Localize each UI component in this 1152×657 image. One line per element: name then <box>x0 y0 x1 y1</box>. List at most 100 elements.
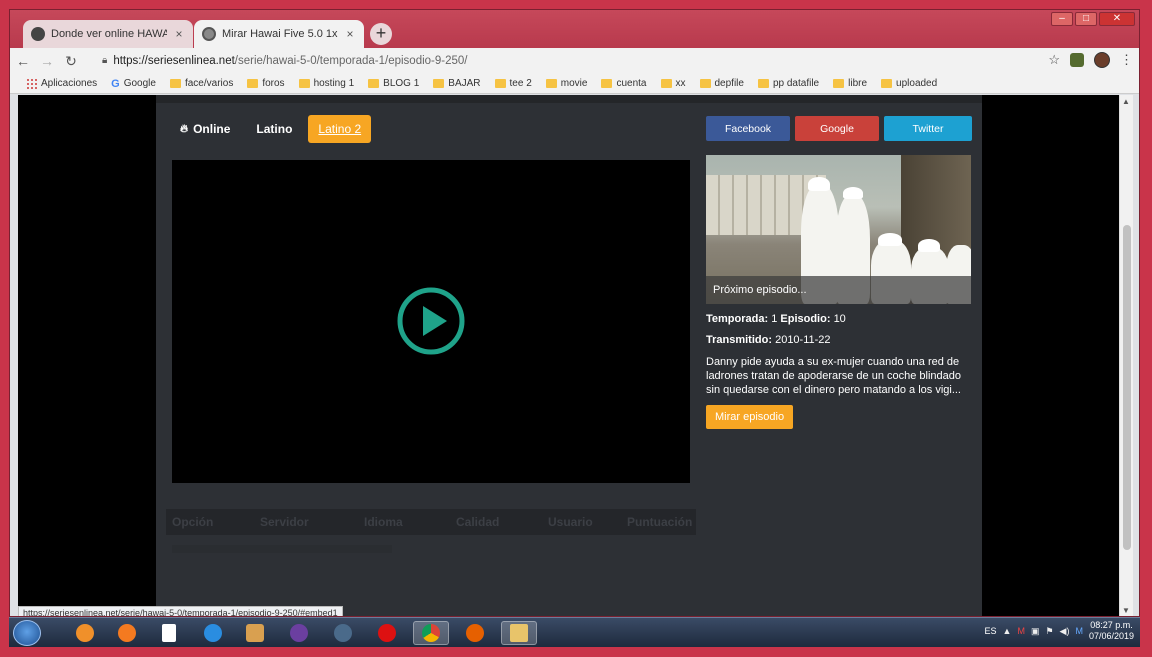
maximize-button[interactable]: □ <box>1075 12 1097 26</box>
table-row <box>172 545 392 553</box>
episode-info: Temporada: 1 Episodio: 10 Transmitido: 2… <box>706 313 971 429</box>
tab-latino[interactable]: Latino <box>246 115 302 143</box>
toolbar-right: ☆ ⋮ <box>1048 52 1133 68</box>
mail-icon[interactable]: M <box>1017 626 1025 636</box>
address-bar[interactable]: 🔒︎ https://seriesenlinea.net/serie/hawai… <box>98 50 1058 71</box>
tab-online[interactable]: 🔥︎ Online <box>170 115 240 143</box>
window-controls: – □ ✕ <box>1051 12 1135 26</box>
extension-icon[interactable] <box>1070 53 1084 67</box>
avast-icon <box>118 624 136 642</box>
play-icon[interactable] <box>396 286 466 356</box>
back-icon[interactable]: ← <box>12 53 34 69</box>
taskbar-app-7[interactable] <box>325 621 361 645</box>
google-icon: G <box>111 77 120 90</box>
forward-icon[interactable]: → <box>36 53 58 69</box>
network-icon[interactable]: ▣ <box>1031 626 1040 637</box>
apps-grid-icon <box>26 78 37 89</box>
bookmark-uploaded[interactable]: uploaded <box>881 78 937 89</box>
facebook-share-button[interactable]: Facebook <box>706 116 790 141</box>
tab-latino-2[interactable]: Latino 2 <box>308 115 372 143</box>
taskbar-chrome[interactable] <box>413 621 449 645</box>
bookmark-blog-1[interactable]: BLOG 1 <box>368 78 419 89</box>
bookmark-pp-datafile[interactable]: pp datafile <box>757 78 820 89</box>
google-share-button[interactable]: Google <box>795 116 879 141</box>
bookmark-star-icon[interactable]: ☆ <box>1048 52 1060 68</box>
folder-icon <box>510 624 528 642</box>
twitter-share-button[interactable]: Twitter <box>884 116 972 141</box>
close-tab-icon[interactable]: × <box>173 27 185 41</box>
episode-page: 🔥︎ Online Latino Latino 2 Facebook Googl… <box>156 103 982 616</box>
col-option: Opción <box>172 515 214 529</box>
bookmark-aplicaciones[interactable]: Aplicaciones <box>26 78 97 89</box>
taskbar-firefox[interactable] <box>457 621 493 645</box>
menu-icon[interactable]: ⋮ <box>1120 52 1133 68</box>
scroll-thumb[interactable] <box>1123 225 1131 550</box>
browser-tab-2[interactable]: Mirar Hawai Five 5.0 1x9 Capítulo × <box>194 20 364 48</box>
taskbar-opera[interactable] <box>369 621 405 645</box>
watch-episode-button[interactable]: Mirar episodio <box>706 405 794 429</box>
firefox-icon <box>466 624 484 642</box>
bookmark-foros[interactable]: foros <box>247 78 285 89</box>
bookmark-xx[interactable]: xx <box>660 78 686 89</box>
scroll-up-icon[interactable]: ▲ <box>1122 97 1130 106</box>
bookmark-google[interactable]: G Google <box>111 78 156 90</box>
bookmark-bajar[interactable]: BAJAR <box>433 78 481 89</box>
show-hidden-icons-icon[interactable]: ▲ <box>1003 626 1012 636</box>
chrome-icon <box>422 624 440 642</box>
episode-label: Episodio: <box>780 313 831 325</box>
page-scrollbar[interactable]: ▲ ▼ <box>1119 95 1133 616</box>
bookmark-face-varios[interactable]: face/varios <box>169 78 234 89</box>
taskbar-media[interactable] <box>237 621 273 645</box>
folder-icon <box>699 79 711 88</box>
bookmark-depfile[interactable]: depfile <box>699 78 744 89</box>
app-icon <box>290 624 308 642</box>
profile-avatar[interactable] <box>1094 52 1110 68</box>
start-button[interactable] <box>13 620 41 646</box>
taskbar-avast[interactable] <box>109 621 145 645</box>
col-language: Idioma <box>364 515 403 529</box>
scroll-down-icon[interactable]: ▼ <box>1122 606 1130 615</box>
bookmark-label: face/varios <box>184 78 234 89</box>
bookmark-libre[interactable]: libre <box>833 78 867 89</box>
app-icon <box>334 624 352 642</box>
taskbar-app-1[interactable] <box>67 621 103 645</box>
bookmark-movie[interactable]: movie <box>545 78 587 89</box>
bookmark-label: pp datafile <box>772 78 820 89</box>
taskbar-ie[interactable] <box>195 621 231 645</box>
close-tab-icon[interactable]: × <box>344 27 356 41</box>
reload-icon[interactable]: ↻ <box>60 53 82 70</box>
taskbar-explorer[interactable] <box>501 621 537 645</box>
tab-label: Latino <box>256 122 293 136</box>
minimize-button[interactable]: – <box>1051 12 1073 26</box>
aired-value: 2010-11-22 <box>775 334 831 346</box>
tab-title: Mirar Hawai Five 5.0 1x9 Capítulo <box>222 28 338 40</box>
language-indicator[interactable]: ES <box>985 626 997 636</box>
new-tab-button[interactable]: + <box>370 23 392 45</box>
clock[interactable]: 08:27 p.m. 07/06/2019 <box>1089 620 1134 642</box>
bookmark-label: foros <box>262 78 285 89</box>
thumbnail-hat <box>808 177 830 191</box>
volume-icon[interactable]: ◀) <box>1060 626 1070 637</box>
flag-icon[interactable]: ⚑ <box>1045 626 1053 637</box>
browser-tab-1[interactable]: Donde ver online HAWAII 5-0 en × <box>23 20 193 48</box>
globe-icon <box>202 27 216 41</box>
close-window-button[interactable]: ✕ <box>1099 12 1135 26</box>
bookmark-cuenta[interactable]: cuenta <box>601 78 647 89</box>
tab-title: Donde ver online HAWAII 5-0 en <box>51 28 167 40</box>
bookmark-tee-2[interactable]: tee 2 <box>494 78 532 89</box>
browser-window: Donde ver online HAWAII 5-0 en × Mirar H… <box>9 9 1140 617</box>
app-tray-icon[interactable]: M <box>1075 626 1083 636</box>
bookmark-hosting-1[interactable]: hosting 1 <box>298 78 355 89</box>
tab-strip: Donde ver online HAWAII 5-0 en × Mirar H… <box>10 10 1139 48</box>
bookmark-label: BLOG 1 <box>383 78 420 89</box>
taskbar-notepad[interactable] <box>151 621 187 645</box>
bookmark-label: hosting 1 <box>313 78 355 89</box>
bookmark-label: Aplicaciones <box>41 78 98 89</box>
page-viewport: 🔥︎ Online Latino Latino 2 Facebook Googl… <box>18 95 1133 616</box>
bookmark-label: uploaded <box>896 78 938 89</box>
links-table-header: Opción Servidor Idioma Calidad Usuario P… <box>166 509 696 535</box>
video-player[interactable] <box>172 160 690 483</box>
taskbar-app-6[interactable] <box>281 621 317 645</box>
folder-icon <box>833 79 845 88</box>
next-episode-thumbnail[interactable]: Próximo episodio... <box>706 155 971 304</box>
